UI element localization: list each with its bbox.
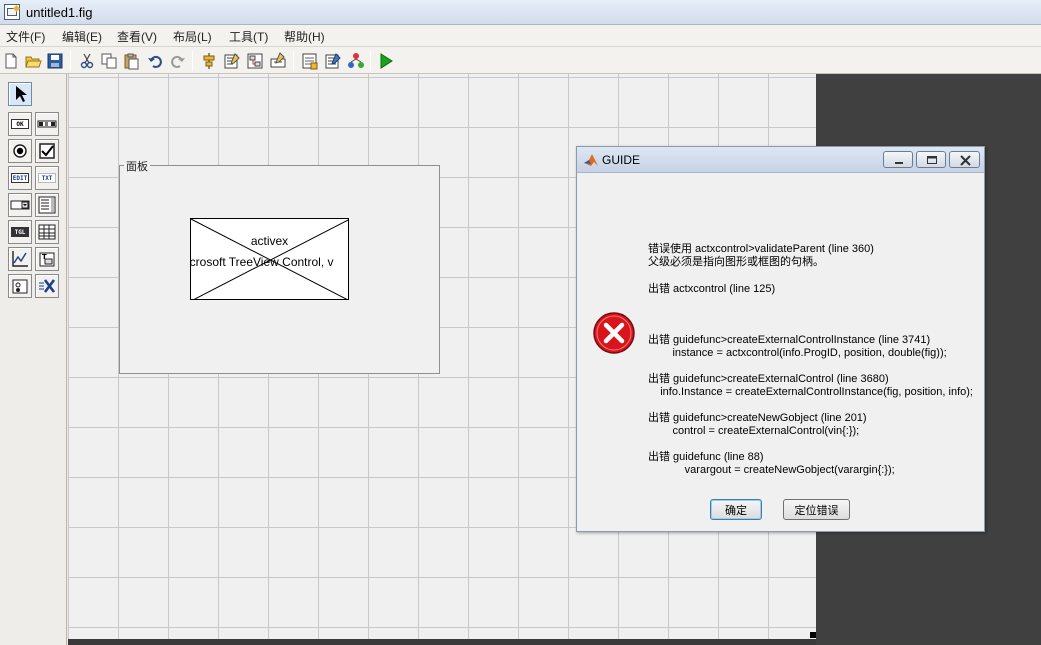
- new-file-icon[interactable]: [2, 52, 20, 70]
- activex-progid: Microsoft TreeView Control, v: [190, 255, 334, 269]
- dialog-title: GUIDE: [602, 153, 641, 167]
- toolbar: [0, 47, 1041, 74]
- table-icon[interactable]: [35, 220, 59, 244]
- toolbar-editor-icon[interactable]: [269, 52, 287, 70]
- matlab-logo-icon: [584, 154, 598, 166]
- activex-name: activex: [250, 234, 289, 248]
- window-title: untitled1.fig: [26, 5, 93, 20]
- panel-icon[interactable]: T: [35, 247, 59, 271]
- tab-order-icon[interactable]: [246, 52, 264, 70]
- undo-icon[interactable]: [146, 52, 164, 70]
- close-icon: [960, 155, 971, 166]
- menu-help[interactable]: 帮助(H): [284, 28, 325, 45]
- select-arrow-icon[interactable]: [8, 82, 32, 106]
- toggle-button-label: TGL: [11, 227, 29, 237]
- menu-view[interactable]: 查看(V): [117, 28, 157, 45]
- dialog-title-bar[interactable]: GUIDE: [577, 147, 984, 173]
- maximize-button[interactable]: [916, 151, 946, 168]
- menu-editor-icon[interactable]: [223, 52, 241, 70]
- copy-icon[interactable]: [100, 52, 118, 70]
- error-message-line: varargout = createNewGobject(varargin{:}…: [648, 464, 895, 476]
- push-button-icon[interactable]: OK: [8, 112, 32, 136]
- error-dialog: GUIDE 错误使用 actxcontrol>validateParent (l…: [576, 146, 985, 532]
- error-message-line: 错误使用 actxcontrol>validateParent (line 36…: [648, 243, 874, 255]
- title-bar: untitled1.fig: [0, 0, 1041, 25]
- edit-text-icon[interactable]: EDIT: [8, 166, 32, 190]
- locate-error-button[interactable]: 定位错误: [783, 499, 850, 520]
- run-icon[interactable]: [377, 52, 395, 70]
- error-message-line: instance = actxcontrol(info.ProgID, posi…: [648, 347, 947, 359]
- maximize-icon: [927, 156, 937, 164]
- property-inspector-icon[interactable]: [324, 52, 342, 70]
- canvas-bottom-border: [68, 639, 816, 645]
- error-icon: [593, 312, 635, 354]
- menu-bar: 文件(F) 编辑(E) 查看(V) 布局(L) 工具(T) 帮助(H): [0, 25, 1041, 47]
- save-icon[interactable]: [46, 52, 64, 70]
- error-message-line: control = createExternalControl(vin{:});: [648, 425, 860, 437]
- button-group-icon[interactable]: [8, 274, 32, 298]
- uipanel[interactable]: 面板 activex Microsoft TreeView Control, v: [119, 158, 440, 374]
- toggle-button-icon[interactable]: TGL: [8, 220, 32, 244]
- panel-title: 面板: [124, 158, 150, 174]
- redo-icon[interactable]: [169, 52, 187, 70]
- error-message-line: 出错 guidefunc (line 88): [648, 451, 764, 463]
- minimize-icon: [895, 162, 903, 164]
- radio-button-icon[interactable]: [8, 139, 32, 163]
- error-message-line: info.Instance = createExternalControlIns…: [648, 386, 973, 398]
- slider-icon[interactable]: [35, 112, 59, 136]
- close-button[interactable]: [949, 151, 980, 168]
- push-button-label: OK: [11, 119, 29, 129]
- open-folder-icon[interactable]: [24, 52, 42, 70]
- edit-text-label: EDIT: [11, 173, 29, 183]
- menu-edit[interactable]: 编辑(E): [62, 28, 102, 45]
- popup-menu-icon[interactable]: [8, 193, 32, 217]
- activex-icon[interactable]: [35, 274, 59, 298]
- minimize-button[interactable]: [883, 151, 913, 168]
- axes-icon[interactable]: [8, 247, 32, 271]
- m-file-editor-icon[interactable]: [301, 52, 319, 70]
- menu-tools[interactable]: 工具(T): [229, 28, 268, 45]
- error-message-line: 出错 guidefunc>createNewGobject (line 201): [648, 412, 867, 424]
- menu-layout[interactable]: 布局(L): [173, 28, 212, 45]
- align-objects-icon[interactable]: [200, 52, 218, 70]
- listbox-icon[interactable]: [35, 193, 59, 217]
- component-palette: OK EDIT TXT TGL T: [0, 74, 67, 645]
- error-message-line: 出错 guidefunc>createExternalControl (line…: [648, 373, 889, 385]
- error-message-line: 出错 actxcontrol (line 125): [648, 283, 776, 295]
- checkbox-icon[interactable]: [35, 139, 59, 163]
- fig-file-icon: [4, 4, 20, 20]
- error-message-line: 父级必须是指向图形或框图的句柄。: [648, 256, 824, 268]
- static-text-label: TXT: [38, 173, 56, 183]
- activex-control[interactable]: activex Microsoft TreeView Control, v: [190, 218, 349, 300]
- cut-icon[interactable]: [78, 52, 96, 70]
- ok-button[interactable]: 确定: [710, 499, 762, 520]
- menu-file[interactable]: 文件(F): [6, 28, 45, 45]
- static-text-icon[interactable]: TXT: [35, 166, 59, 190]
- object-browser-icon[interactable]: [347, 52, 365, 70]
- error-message-line: 出错 guidefunc>createExternalControlInstan…: [648, 334, 931, 346]
- paste-icon[interactable]: [122, 52, 140, 70]
